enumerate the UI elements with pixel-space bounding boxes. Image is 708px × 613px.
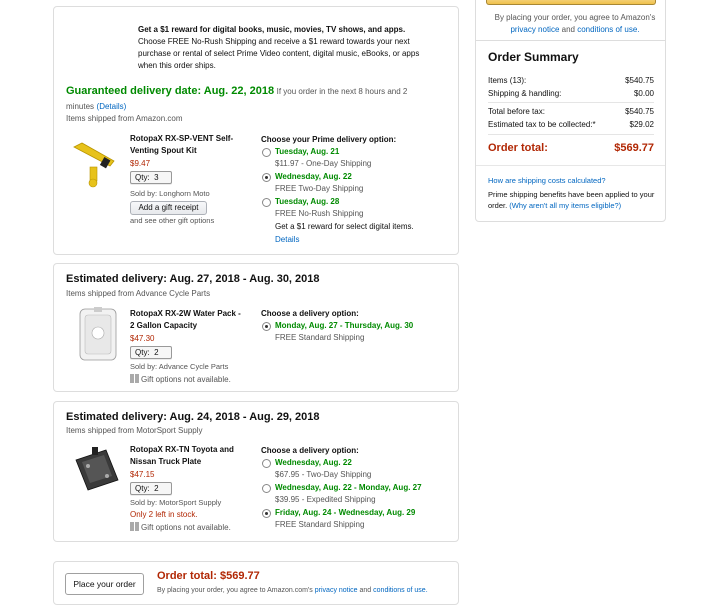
delivery-radio-option-3[interactable] xyxy=(262,509,271,518)
shipment-box-2: Estimated delivery: Aug. 27, 2018 - Aug.… xyxy=(53,263,459,392)
divider xyxy=(476,165,665,166)
order-within: If you order in the next 8 hours and 2 xyxy=(276,87,408,96)
delivery-option-1-desc: $67.95 - Two-Day Shipping xyxy=(275,470,372,479)
product-name[interactable]: RotopaX RX-TN Toyota and Nissan Truck Pl… xyxy=(130,444,234,468)
promo-line-1: Get a $1 reward for digital books, music… xyxy=(138,25,406,34)
reward-note: Get a $1 reward for select digital items… xyxy=(275,222,414,231)
quantity-dropdown[interactable]: Qty: 3 xyxy=(130,171,172,184)
agree-text-bottom: By placing your order, you agree to Amaz… xyxy=(157,587,428,594)
delivery-radio-option-1[interactable] xyxy=(262,148,271,157)
delivery-option-2-desc: FREE Two-Day Shipping xyxy=(275,184,364,193)
product-image-water-pack xyxy=(76,307,120,362)
divider xyxy=(476,40,665,41)
divider xyxy=(488,134,654,135)
delivery-option-1-desc: $11.97 - One-Day Shipping xyxy=(275,159,372,168)
add-gift-receipt-button[interactable]: Add a gift receipt xyxy=(130,201,207,215)
estimated-delivery-heading: Estimated delivery: Aug. 24, 2018 - Aug.… xyxy=(66,411,320,423)
gift-icon xyxy=(130,374,139,383)
product-price: $9.47 xyxy=(130,159,151,168)
sold-by: Sold by: MotorSport Supply xyxy=(130,498,222,507)
quantity-dropdown[interactable]: Qty: 2 xyxy=(130,482,172,495)
delivery-option-3-date: Friday, Aug. 24 - Wednesday, Aug. 29 xyxy=(275,508,416,517)
shipment-box-1: Get a $1 reward for digital books, music… xyxy=(53,6,459,255)
shipping-costs-link[interactable]: How are shipping costs calculated? xyxy=(488,176,606,185)
gift-icon xyxy=(130,522,139,531)
delivery-option-label: Choose your Prime delivery option: xyxy=(261,135,397,144)
product-price: $47.15 xyxy=(130,470,155,479)
product-price: $47.30 xyxy=(130,334,155,343)
items-label: Items (13): xyxy=(488,76,527,85)
gift-options-note: Gift options not available. xyxy=(130,522,231,532)
place-order-bar: Place your order Order total: $569.77 By… xyxy=(53,561,459,605)
guaranteed-date: Guaranteed delivery date: Aug. 22, 2018 xyxy=(66,85,275,97)
product-name[interactable]: RotopaX RX-2W Water Pack - 2 Gallon Capa… xyxy=(130,308,241,332)
delivery-option-3-desc: FREE No-Rush Shipping xyxy=(275,209,364,218)
promo-line-3: purchase or rental of select Prime Video… xyxy=(138,49,420,58)
conditions-of-use-link[interactable]: conditions of use. xyxy=(373,587,427,594)
place-order-button[interactable]: Place your order xyxy=(65,573,144,595)
order-summary-panel: By placing your order, you agree to Amaz… xyxy=(475,0,666,222)
delivery-radio-option-2[interactable] xyxy=(262,173,271,182)
delivery-option-label: Choose a delivery option: xyxy=(261,446,359,455)
place-order-button-top[interactable] xyxy=(486,0,656,5)
tax-label: Estimated tax to be collected:* xyxy=(488,120,596,129)
order-summary-title: Order Summary xyxy=(488,50,579,64)
other-gift-options[interactable]: and see other gift options xyxy=(130,216,214,225)
shipped-from: Items shipped from Advance Cycle Parts xyxy=(66,289,211,298)
product-name[interactable]: RotopaX RX-SP-VENT Self- Venting Spout K… xyxy=(130,133,233,157)
delivery-option-2-date: Wednesday, Aug. 22 xyxy=(275,172,352,181)
shipping-value: $0.00 xyxy=(633,89,654,98)
order-total-value: $569.77 xyxy=(614,142,654,154)
conditions-of-use-link[interactable]: conditions of use. xyxy=(577,25,639,34)
estimated-delivery-heading: Estimated delivery: Aug. 27, 2018 - Aug.… xyxy=(66,273,320,285)
delivery-option-1-desc: FREE Standard Shipping xyxy=(275,333,365,342)
agree-text-top: By placing your order, you agree to Amaz… xyxy=(494,13,656,34)
delivery-option-1-date: Monday, Aug. 27 - Thursday, Aug. 30 xyxy=(275,321,414,330)
items-value: $540.75 xyxy=(625,76,654,85)
quantity-dropdown[interactable]: Qty: 2 xyxy=(130,346,172,359)
delivery-option-label: Choose a delivery option: xyxy=(261,309,359,318)
delivery-radio-option-1[interactable] xyxy=(262,322,271,331)
delivery-option-2-desc: $39.95 - Expedited Shipping xyxy=(275,495,376,504)
privacy-notice-link[interactable]: privacy notice xyxy=(315,587,358,594)
sold-by: Sold by: Advance Cycle Parts xyxy=(130,362,229,371)
bottom-order-total: Order total: $569.77 xyxy=(157,570,260,582)
product-image-spout-kit xyxy=(72,139,116,189)
delivery-option-1-date: Wednesday, Aug. 22 xyxy=(275,458,352,467)
privacy-notice-link[interactable]: privacy notice xyxy=(510,25,559,34)
before-tax-label: Total before tax: xyxy=(488,107,545,116)
divider xyxy=(488,102,654,103)
delivery-option-1-date: Tuesday, Aug. 21 xyxy=(275,147,340,156)
delivery-radio-option-3[interactable] xyxy=(262,198,271,207)
shipped-from: Items shipped from MotorSport Supply xyxy=(66,426,203,435)
delivery-radio-option-2[interactable] xyxy=(262,484,271,493)
product-image-truck-plate xyxy=(72,446,122,496)
shipment-box-3: Estimated delivery: Aug. 24, 2018 - Aug.… xyxy=(53,401,459,542)
stock-warning: Only 2 left in stock. xyxy=(130,510,198,519)
details-link[interactable]: (Details) xyxy=(97,102,127,111)
delivery-radio-option-1[interactable] xyxy=(262,459,271,468)
shipping-label: Shipping & handling: xyxy=(488,89,562,98)
delivery-option-3-date: Tuesday, Aug. 28 xyxy=(275,197,340,206)
prime-benefits-note: Prime shipping benefits have been applie… xyxy=(488,190,655,210)
shipped-from: Items shipped from Amazon.com xyxy=(66,114,183,123)
tax-value: $29.02 xyxy=(629,120,654,129)
reward-details-link[interactable]: Details xyxy=(275,235,299,244)
delivery-option-3-desc: FREE Standard Shipping xyxy=(275,520,365,529)
sold-by: Sold by: Longhorn Moto xyxy=(130,189,210,198)
delivery-option-2-date: Wednesday, Aug. 22 - Monday, Aug. 27 xyxy=(275,483,422,492)
why-not-eligible-link[interactable]: (Why aren't all my items eligible?) xyxy=(509,201,621,210)
order-total-label: Order total: xyxy=(488,142,548,154)
delivery-guarantee: Guaranteed delivery date: Aug. 22, 2018 … xyxy=(66,85,408,111)
gift-options-note: Gift options not available. xyxy=(130,374,231,384)
promo-line-4: when this order ships. xyxy=(138,61,216,70)
before-tax-value: $540.75 xyxy=(625,107,654,116)
promo-line-2: Choose FREE No-Rush Shipping and receive… xyxy=(138,37,410,46)
